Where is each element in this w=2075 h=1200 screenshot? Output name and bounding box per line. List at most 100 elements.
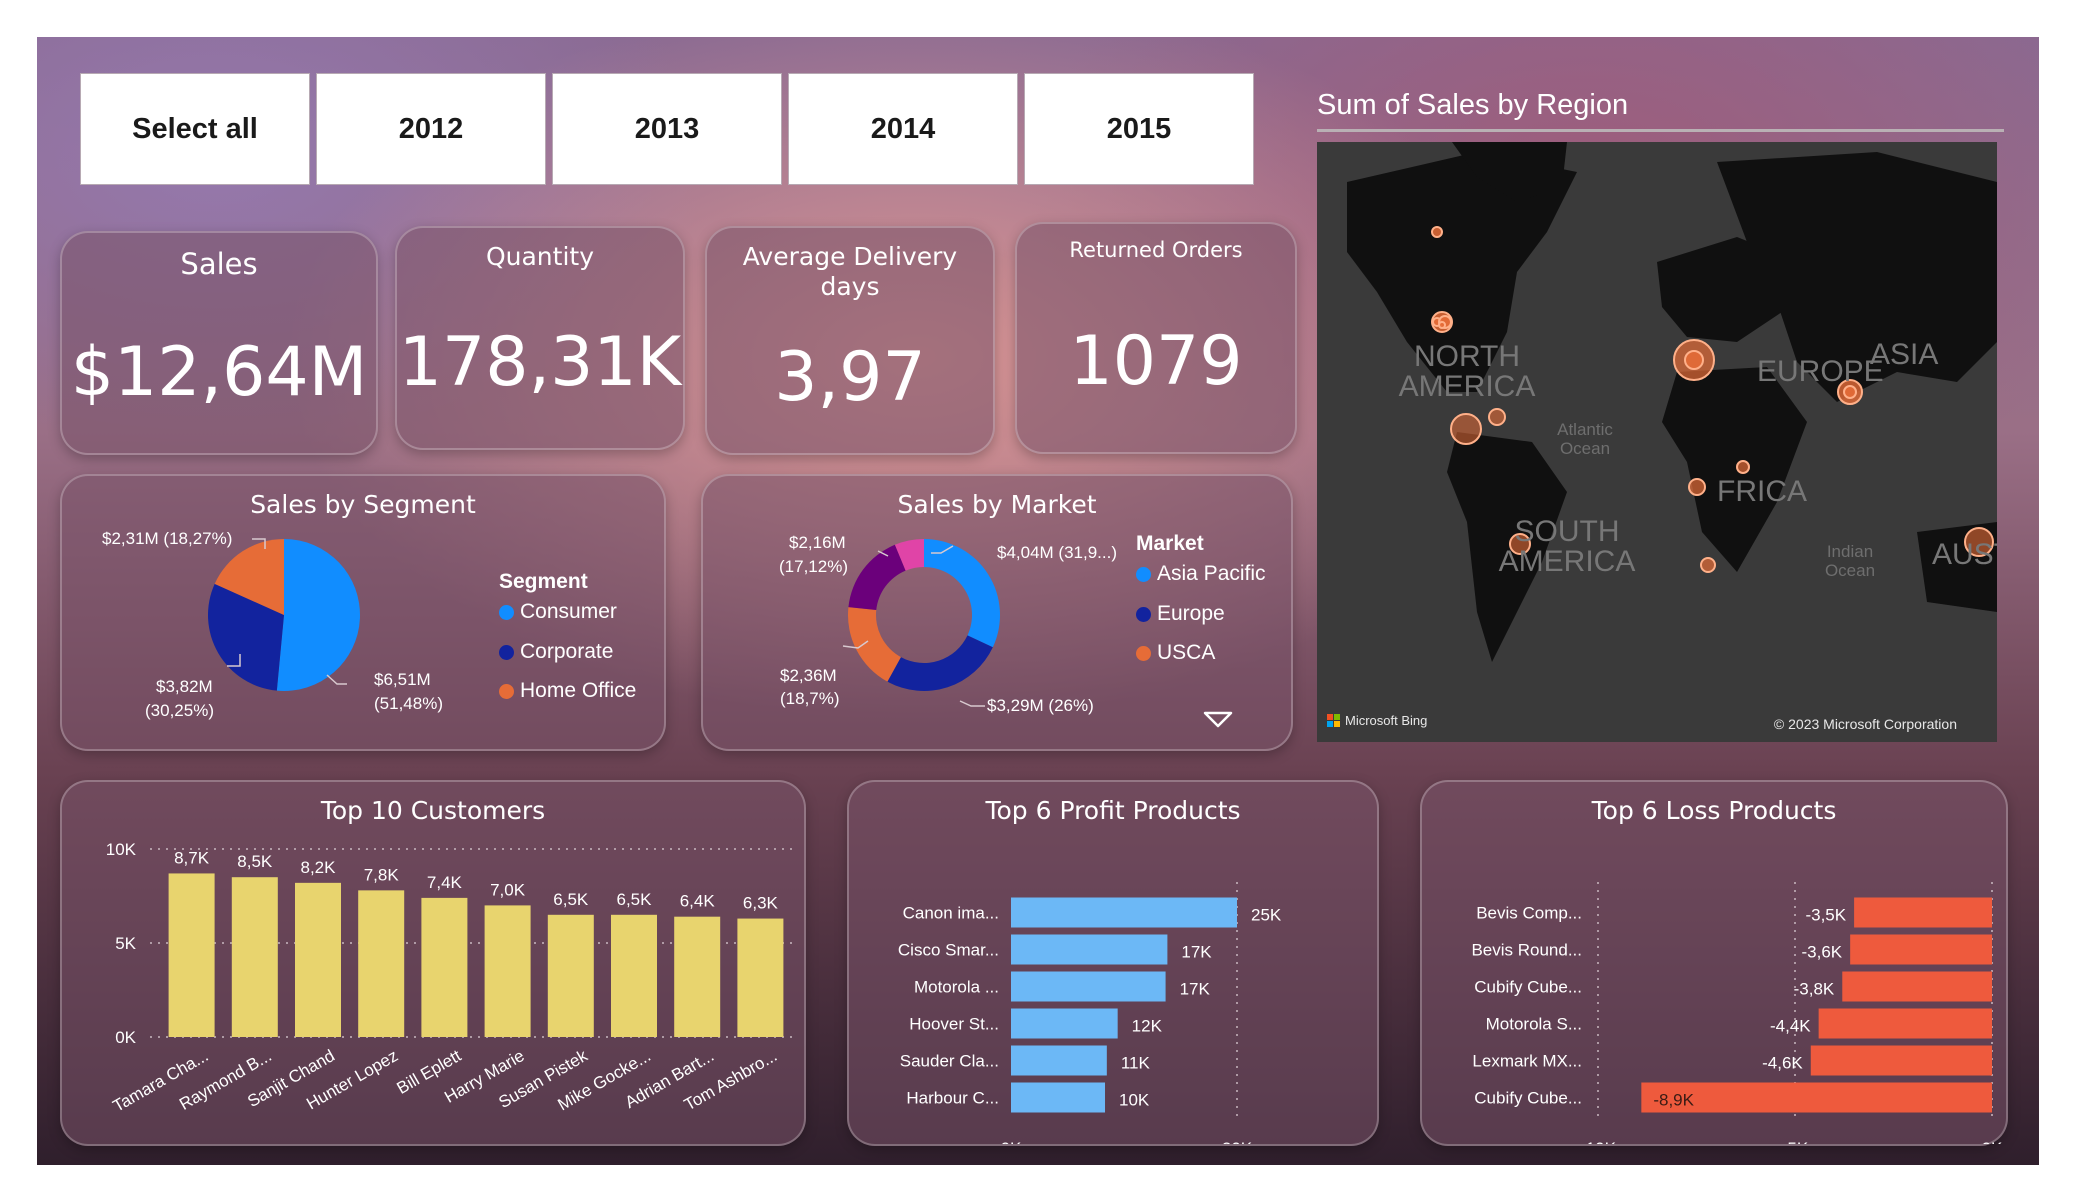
y-tick-label: Cubify Cube... [1474,978,1582,997]
map-label-atlantic: Atlantic Ocean [1545,420,1625,458]
profit-products-card: Top 6 Profit Products 0K20KCanon ima...2… [847,780,1379,1146]
x-tick-label: -10K [1580,1139,1617,1144]
bar [1854,897,1992,928]
slicer-2012[interactable]: 2012 [316,73,546,185]
bar [547,914,594,1037]
legend-dot [1136,566,1151,582]
map-label-line: NORTH [1413,340,1521,373]
kpi-card-quantity: Quantity 178,31K [395,226,685,450]
y-tick-label: Bevis Comp... [1476,904,1582,923]
market-label-europe: $3,29M (26%) [987,696,1094,715]
bar [1850,934,1992,965]
kpi-value-sales: $12,64M [70,333,368,412]
market-label-latam-pct: (17,12%) [779,557,848,576]
legend-label: Home Office [520,679,637,702]
donut-slice-usca [848,607,901,682]
bar [1810,1045,1992,1076]
map-label-europe: EUROPE [1757,355,1884,388]
microsoft-logo-icon [1327,713,1340,727]
map-label-south-america: SOUTH AMERICA [1497,517,1637,577]
legend-item-home-office[interactable]: Home Office [499,679,636,703]
map-title: Sum of Sales by Region [1317,89,1629,121]
kpi-card-delivery: Average Delivery days 3,97 [705,226,995,455]
market-label-usca-value: $2,36M [780,666,837,685]
legend-label: Asia Pacific [1157,562,1266,585]
segment-legend-title: Segment [499,570,588,593]
legend-label: Europe [1157,602,1225,625]
dashboard-canvas: Select all 2012 2013 2014 2015 Sales $12… [37,37,2039,1165]
bing-label: Microsoft Bing [1345,713,1428,728]
x-tick-label: 0K [1001,1139,1022,1144]
segment-label-home-office: $2,31M (18,27%) [102,529,232,548]
bar-value-label: 8,7K [174,848,210,867]
bar [421,897,468,1037]
profit-products-bar-chart: 0K 20K Canon ima... 25K Cisco Smar... 17K Moto… [898,882,1282,1144]
x-tick-label: -5K [1782,1139,1809,1144]
legend-dot [1136,645,1151,661]
chevron-down-icon[interactable] [1203,711,1233,729]
legend-item-europe[interactable]: Europe [1136,602,1225,626]
bar-value-label: 25K [1251,906,1282,925]
segment-label-consumer-value: $6,51M [374,670,431,689]
legend-dot [499,683,514,699]
legend-label: Consumer [520,600,617,623]
top-customers-bar-chart: 0K5K10K 8,7KTamara Cha...8,5KRaymond B...… [106,840,792,1116]
kpi-card-returned: Returned Orders 1079 [1015,222,1297,454]
kpi-card-sales: Sales $12,64M [60,231,378,455]
segment-label-corporate-value: $3,82M [156,677,213,696]
y-tick-label: Sauder Cla... [900,1052,999,1071]
segment-label-corporate-pct: (30,25%) [145,701,214,720]
bar-value-label: 7,4K [427,873,463,892]
bar-value-label: 7,0K [490,880,526,899]
legend-item-consumer[interactable]: Consumer [499,600,617,624]
map-title-divider [1317,129,2004,132]
map-bubble-middle-east [1736,460,1750,474]
legend-label: USCA [1157,641,1216,664]
world-map-graphic [1347,142,1997,662]
y-tick-label: Cubify Cube... [1474,1089,1582,1108]
bing-attribution: Microsoft Bing [1327,713,1427,728]
segment-label-consumer-pct: (51,48%) [374,694,443,713]
map-label-line: Ocean [1559,439,1611,458]
map-bubble-south-africa [1700,557,1716,573]
bar-value-label: -4,4K [1770,1017,1811,1036]
map-label-line: AMERICA [1398,370,1536,403]
top-customers-card: Top 10 Customers 0K 5K 10K 8,7K Tamara Cha..… [60,780,806,1146]
slicer-2013[interactable]: 2013 [552,73,782,185]
bar-value-label: 8,5K [237,852,273,871]
bar-value-label: 7,8K [364,865,400,884]
bar-value-label: -3,8K [1794,980,1835,999]
bar [1011,1082,1106,1113]
y-tick-label: Lexmark MX... [1472,1052,1582,1071]
map-label-africa: FRICA [1717,475,1807,508]
kpi-title-sales: Sales [180,247,258,281]
slicer-2015[interactable]: 2015 [1024,73,1254,185]
bar-value-label: -3,6K [1802,943,1843,962]
legend-item-corporate[interactable]: Corporate [499,640,613,664]
slicer-select-all[interactable]: Select all [80,73,310,185]
bar [674,916,721,1037]
slicer-2014[interactable]: 2014 [788,73,1018,185]
bar-value-label: -8,9K [1653,1091,1694,1110]
bar [484,905,531,1037]
kpi-title-quantity: Quantity [485,242,595,271]
y-tick-label: Motorola S... [1486,1015,1582,1034]
bar-value-label: 17K [1181,943,1212,962]
bar-value-label: 11K [1121,1054,1151,1073]
legend-dot [1136,606,1151,622]
legend-item-usca[interactable]: USCA [1136,641,1215,665]
bar-value-label: -3,5K [1805,906,1846,925]
map-label-line: Ocean [1824,561,1876,580]
market-label-asia: $4,04M (31,9...) [997,543,1117,562]
legend-item-asia-pacific[interactable]: Asia Pacific [1136,562,1266,586]
bar [1011,1045,1107,1076]
bar-value-label: 6,3K [743,894,779,913]
market-label-latam-value: $2,16M [789,533,846,552]
bar [295,882,341,1037]
y-tick-label: Motorola ... [914,978,999,997]
segment-chart-card: Sales by Segment $2,31M (18,27%) $6,51M … [60,474,666,751]
donut-slice-asia-pacific [924,539,1000,648]
legend-dot [499,644,514,660]
sales-by-region-map[interactable]: NORTH AMERICA EUROPE ASIA FRICA SOUTH AM… [1317,142,1997,742]
bar-value-label: 12K [1132,1017,1163,1036]
